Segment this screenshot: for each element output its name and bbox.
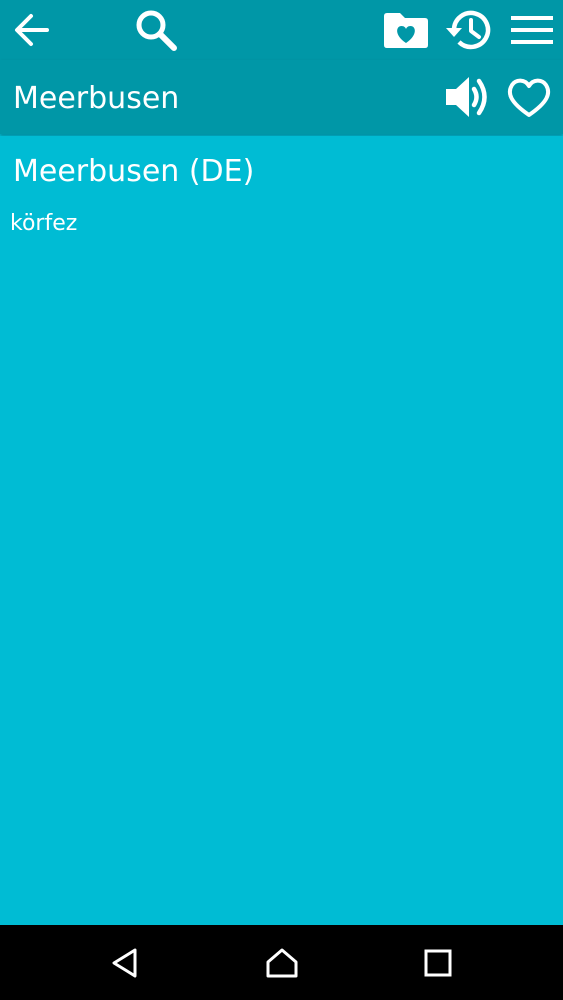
nav-recents-icon: [424, 949, 452, 977]
system-nav-bar: [0, 925, 563, 1000]
menu-button[interactable]: [506, 7, 558, 53]
speak-button[interactable]: [440, 71, 494, 123]
folder-heart-icon: [384, 13, 428, 48]
favorite-button[interactable]: [502, 71, 556, 123]
entry-header: Meerbusen: [0, 60, 563, 134]
heart-outline-icon: [507, 78, 551, 117]
nav-home-button[interactable]: [256, 939, 308, 987]
page-title: Meerbusen: [13, 81, 180, 116]
search-button[interactable]: [130, 5, 182, 55]
speaker-icon: [446, 77, 487, 117]
history-icon: [446, 10, 491, 50]
app-screen: Meerbusen Meerbusen (DE) körfez: [0, 0, 563, 1000]
nav-recents-button[interactable]: [414, 939, 462, 987]
hamburger-menu-icon: [511, 16, 553, 44]
nav-back-icon: [112, 948, 137, 978]
favorites-folder-button[interactable]: [380, 5, 432, 55]
top-toolbar: [0, 0, 563, 60]
entry-content: Meerbusen (DE) körfez: [0, 136, 563, 925]
nav-back-button[interactable]: [100, 939, 150, 987]
back-button[interactable]: [6, 6, 56, 54]
nav-home-icon: [266, 948, 298, 978]
arrow-back-icon: [15, 14, 49, 46]
history-button[interactable]: [442, 4, 496, 56]
search-icon: [136, 10, 177, 51]
entry-headword: Meerbusen (DE): [13, 154, 255, 189]
entry-translation: körfez: [10, 211, 78, 236]
